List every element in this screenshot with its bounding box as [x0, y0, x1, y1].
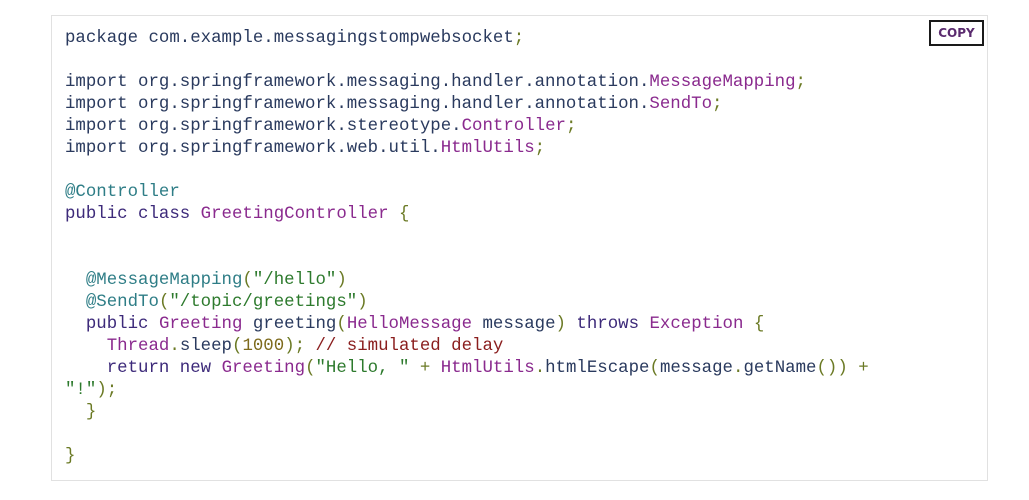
code-token: public	[85, 315, 159, 334]
code-token: public class	[65, 205, 201, 224]
code-token: ())	[816, 359, 848, 378]
code-token: .	[733, 359, 744, 378]
code-token: Thread	[106, 337, 170, 356]
code-token: import org.springframework.stereotype.	[65, 117, 462, 136]
code-line: package com.example.messagingstompwebsoc…	[65, 28, 869, 50]
code-token: {	[398, 205, 410, 224]
code-line: }	[65, 402, 869, 424]
code-token: throws	[576, 315, 650, 334]
code-token: Greeting	[221, 359, 306, 378]
code-token: ;	[565, 117, 577, 136]
code-token: message	[659, 359, 733, 378]
code-token: "Hello, "	[315, 359, 410, 378]
code-token: +	[858, 359, 869, 378]
code-token: 1000	[242, 337, 285, 356]
code-token: (	[242, 271, 253, 290]
code-token: Greeting	[158, 315, 243, 334]
code-token: )	[555, 315, 566, 334]
code-token: (	[232, 337, 243, 356]
code-token: .	[169, 337, 180, 356]
code-token: ;	[712, 95, 723, 114]
code-token: (	[158, 293, 170, 312]
code-token: HtmlUtils	[440, 139, 535, 158]
code-token: }	[65, 447, 76, 466]
code-token: (	[305, 359, 316, 378]
code-token: HelloMessage	[346, 315, 473, 334]
code-token: MessageMapping	[649, 73, 796, 92]
code-token: greeting	[242, 315, 337, 334]
code-line: import org.springframework.web.util.Html…	[65, 138, 869, 160]
code-token: ;	[513, 29, 525, 48]
code-token: htmlEscape	[545, 359, 650, 378]
code-token: "/hello"	[252, 271, 337, 290]
code-token: @SendTo	[85, 293, 159, 312]
code-token: .	[534, 359, 546, 378]
code-line: public class GreetingController {	[65, 204, 869, 226]
code-token: import org.springframework.web.util.	[65, 139, 441, 158]
code-token: )	[357, 293, 368, 312]
code-token: +	[419, 359, 431, 378]
code-token: // simulated delay	[315, 337, 504, 356]
code-token: GreetingController	[200, 205, 389, 224]
code-token: "!"	[65, 381, 97, 400]
code-token: message	[472, 315, 556, 334]
code-line: public Greeting greeting(HelloMessage me…	[65, 314, 869, 336]
code-line: import org.springframework.messaging.han…	[65, 72, 869, 94]
code-token: ;	[795, 73, 806, 92]
code-token: }	[85, 403, 97, 422]
code-line: "!");	[65, 380, 869, 402]
copy-button[interactable]: COPY	[929, 20, 984, 46]
code-token: @MessageMapping	[85, 271, 243, 290]
code-token: (	[649, 359, 660, 378]
code-token: package com.example.messagingstompwebsoc…	[65, 29, 514, 48]
code-token: @Controller	[65, 183, 180, 202]
code-line: import org.springframework.messaging.han…	[65, 94, 869, 116]
code-token: {	[753, 315, 765, 334]
code-line: @SendTo("/topic/greetings")	[65, 292, 869, 314]
code-token: Exception	[649, 315, 744, 334]
code-line: @Controller	[65, 182, 869, 204]
code-line: }	[65, 446, 869, 468]
code-token: );	[284, 337, 306, 356]
code-token: return new	[106, 359, 222, 378]
code-token: SendTo	[649, 95, 713, 114]
code-line: @MessageMapping("/hello")	[65, 270, 869, 292]
code-line: Thread.sleep(1000); // simulated delay	[65, 336, 869, 358]
code-line: import org.springframework.stereotype.Co…	[65, 116, 869, 138]
code-token: (	[336, 315, 347, 334]
code-token: import org.springframework.messaging.han…	[65, 73, 650, 92]
code-token: import org.springframework.messaging.han…	[65, 95, 650, 114]
code-token: HtmlUtils	[440, 359, 535, 378]
code-token: ;	[534, 139, 546, 158]
code-listing: package com.example.messagingstompwebsoc…	[65, 28, 869, 468]
code-token: getName	[743, 359, 817, 378]
code-token: );	[96, 381, 118, 400]
code-token: sleep	[179, 337, 232, 356]
code-token: Controller	[461, 117, 566, 136]
code-line: return new Greeting("Hello, " + HtmlUtil…	[65, 358, 869, 380]
code-token: "/topic/greetings"	[169, 293, 358, 312]
code-token: )	[336, 271, 347, 290]
